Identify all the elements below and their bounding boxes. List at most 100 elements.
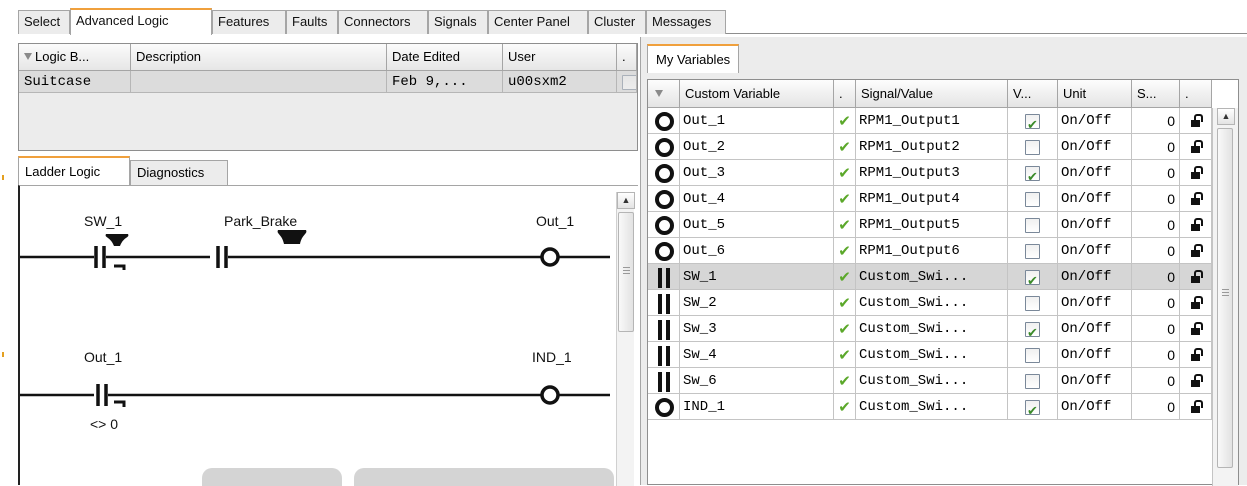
cell-signal-value[interactable]: RPM1_Output3 [856, 160, 1008, 186]
col-user[interactable]: User [503, 44, 617, 71]
cell-signal-value[interactable]: RPM1_Output6 [856, 238, 1008, 264]
cell-v[interactable] [1008, 134, 1058, 160]
contact-park-brake[interactable] [216, 230, 307, 268]
cell-lock[interactable] [1180, 342, 1212, 368]
cell-s[interactable]: 0 [1132, 394, 1180, 420]
variable-row[interactable]: SW_1✔ Custom_Swi... On/Off0 [648, 264, 1212, 290]
tab-signals[interactable]: Signals [428, 10, 488, 34]
cell-signal-value[interactable]: RPM1_Output2 [856, 134, 1008, 160]
lock-icon[interactable] [1191, 244, 1203, 257]
ladder-scrollbar[interactable]: ▲ [616, 192, 635, 486]
cell-s[interactable]: 0 [1132, 160, 1180, 186]
cell-valid[interactable]: ✔ [834, 160, 856, 186]
variable-row[interactable]: Sw_4 ✔ Custom_Swi... On/Off 0 [648, 342, 1212, 368]
v-checkbox[interactable] [1025, 348, 1040, 363]
ladder-logic-canvas[interactable]: SW_1 Park_Brake Out_1 Out_1 <> 0 IND_1 ▲ [18, 185, 638, 486]
cell-type-icon[interactable] [648, 290, 680, 316]
contact-sw1[interactable] [94, 234, 129, 270]
cell-custom-variable[interactable]: SW_2 [680, 290, 834, 316]
tab-center-panel[interactable]: Center Panel [488, 10, 588, 34]
variable-row[interactable]: Out_4 ✔ RPM1_Output4 On/Off 0 [648, 186, 1212, 212]
cell-type-icon[interactable] [648, 316, 680, 342]
lock-icon[interactable] [1191, 192, 1203, 205]
cell-s[interactable]: 0 [1132, 368, 1180, 394]
cell-signal-value[interactable]: Custom_Swi... [856, 394, 1008, 420]
v-checkbox[interactable] [1025, 192, 1040, 207]
cell-lock[interactable] [1180, 108, 1212, 134]
variable-row[interactable]: IND_1✔ Custom_Swi... On/Off0 [648, 394, 1212, 420]
tab-ladder-logic[interactable]: Ladder Logic [18, 156, 130, 185]
scroll-thumb[interactable] [1217, 128, 1233, 468]
cell-s[interactable]: 0 [1132, 134, 1180, 160]
cell-type-icon[interactable] [648, 342, 680, 368]
cell-custom-variable[interactable]: IND_1 [680, 394, 834, 420]
col-logic-block[interactable]: Logic B... [19, 44, 131, 71]
cell-unit[interactable]: On/Off [1058, 316, 1132, 342]
cell-lock[interactable] [1180, 368, 1212, 394]
cell-custom-variable[interactable]: Out_5 [680, 212, 834, 238]
cell-signal-value[interactable]: RPM1_Output4 [856, 186, 1008, 212]
cell-v[interactable] [1008, 368, 1058, 394]
cell-valid[interactable]: ✔ [834, 290, 856, 316]
cell-custom-variable[interactable]: Sw_4 [680, 342, 834, 368]
cell-date[interactable]: Feb 9,... [387, 71, 503, 93]
cell-v[interactable] [1008, 342, 1058, 368]
cell-unit[interactable]: On/Off [1058, 264, 1132, 290]
cell-type-icon[interactable] [648, 108, 680, 134]
cell-signal-value[interactable]: Custom_Swi... [856, 316, 1008, 342]
variable-row[interactable]: Out_3✔ RPM1_Output3 On/Off0 [648, 160, 1212, 186]
cell-valid[interactable]: ✔ [834, 264, 856, 290]
filter-icon[interactable] [655, 90, 663, 97]
cell-valid[interactable]: ✔ [834, 238, 856, 264]
cell-custom-variable[interactable]: SW_1 [680, 264, 834, 290]
variables-scrollbar[interactable]: ▲ [1212, 108, 1238, 486]
cell-unit[interactable]: On/Off [1058, 134, 1132, 160]
cell-s[interactable]: 0 [1132, 316, 1180, 342]
cell-v[interactable] [1008, 316, 1058, 342]
filter-icon[interactable] [24, 53, 32, 60]
cell-unit[interactable]: On/Off [1058, 212, 1132, 238]
cell-custom-variable[interactable]: Sw_6 [680, 368, 834, 394]
cell-type-icon[interactable] [648, 134, 680, 160]
cell-logic-block[interactable]: Suitcase [19, 71, 131, 93]
cell-s[interactable]: 0 [1132, 264, 1180, 290]
cell-lock[interactable] [1180, 394, 1212, 420]
lock-icon[interactable] [1191, 114, 1203, 127]
cell-s[interactable]: 0 [1132, 108, 1180, 134]
cell-check[interactable] [617, 71, 637, 93]
lock-icon[interactable] [1191, 400, 1203, 413]
cell-s[interactable]: 0 [1132, 290, 1180, 316]
scroll-thumb[interactable] [618, 212, 634, 332]
cell-custom-variable[interactable]: Out_4 [680, 186, 834, 212]
lock-icon[interactable] [1191, 322, 1203, 335]
col-date-edited[interactable]: Date Edited [387, 44, 503, 71]
lock-icon[interactable] [1191, 374, 1203, 387]
cell-signal-value[interactable]: Custom_Swi... [856, 290, 1008, 316]
v-checkbox[interactable] [1025, 140, 1040, 155]
cell-type-icon[interactable] [648, 264, 680, 290]
cell-v[interactable] [1008, 108, 1058, 134]
v-checkbox[interactable] [1025, 112, 1040, 133]
cell-type-icon[interactable] [648, 212, 680, 238]
cell-lock[interactable] [1180, 290, 1212, 316]
cell-signal-value[interactable]: Custom_Swi... [856, 368, 1008, 394]
cell-v[interactable] [1008, 264, 1058, 290]
cell-unit[interactable]: On/Off [1058, 238, 1132, 264]
variable-row[interactable]: Sw_6 ✔ Custom_Swi... On/Off 0 [648, 368, 1212, 394]
cell-s[interactable]: 0 [1132, 238, 1180, 264]
cell-s[interactable]: 0 [1132, 212, 1180, 238]
tab-connectors[interactable]: Connectors [338, 10, 428, 34]
col-custom-variable[interactable]: Custom Variable [680, 80, 834, 108]
v-checkbox[interactable] [1025, 374, 1040, 389]
col-lock[interactable]: . [1180, 80, 1212, 108]
lock-icon[interactable] [1191, 270, 1203, 283]
cell-valid[interactable]: ✔ [834, 368, 856, 394]
tab-diagnostics[interactable]: Diagnostics [130, 160, 228, 185]
cell-v[interactable] [1008, 394, 1058, 420]
cell-lock[interactable] [1180, 212, 1212, 238]
cell-custom-variable[interactable]: Out_3 [680, 160, 834, 186]
cell-s[interactable]: 0 [1132, 342, 1180, 368]
cell-valid[interactable]: ✔ [834, 108, 856, 134]
cell-v[interactable] [1008, 160, 1058, 186]
v-checkbox[interactable] [1025, 268, 1040, 289]
